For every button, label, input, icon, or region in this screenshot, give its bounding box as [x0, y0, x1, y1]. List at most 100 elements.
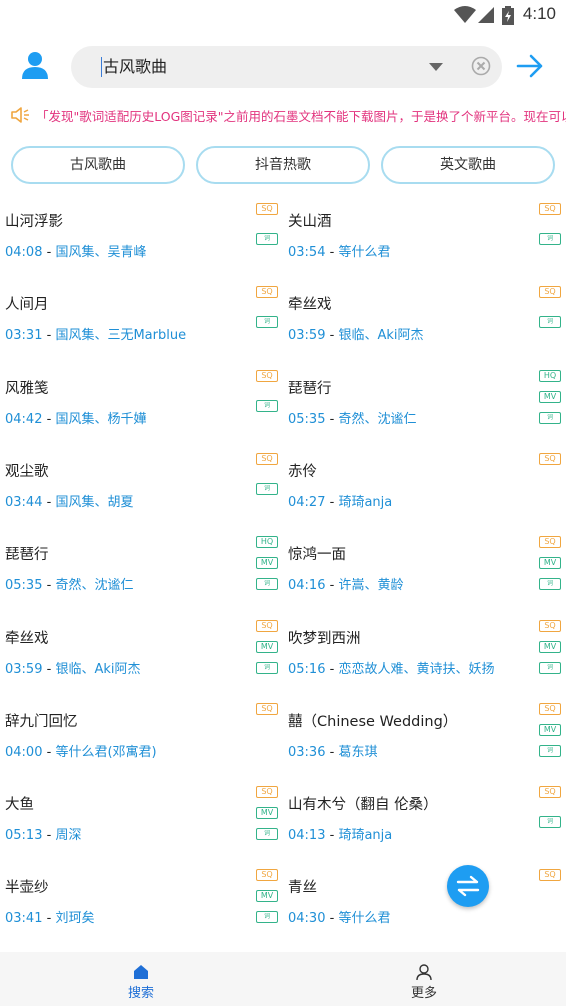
song-separator: -: [42, 911, 56, 926]
song-subtitle: 05:35 - 奇然、沈谧仁: [5, 574, 133, 593]
song-artist: 银临、Aki阿杰: [55, 662, 141, 677]
song-badges: SQ: [256, 703, 278, 724]
search-bar: 古风歌曲: [0, 40, 566, 96]
song-subtitle: 04:30 - 等什么君: [288, 907, 390, 926]
song-item[interactable]: 吹梦到西洲 05:16 - 恋恋故人难、黄诗扶、妖扬 SQ MV 词: [283, 614, 566, 697]
song-item[interactable]: 风雅笺 04:42 - 国风集、杨千嬅 SQ 词: [0, 364, 283, 447]
song-badges: SQ: [539, 869, 561, 890]
song-duration: 04:27: [288, 495, 326, 510]
song-item[interactable]: 青丝 04:30 - 等什么君 SQ: [283, 863, 566, 946]
mv-badge: MV: [256, 557, 278, 569]
search-submit-arrow-icon[interactable]: [516, 53, 544, 79]
song-title: 山河浮影: [5, 214, 63, 230]
clear-icon[interactable]: [471, 56, 491, 76]
song-subtitle: 04:27 - 琦琦anja: [288, 491, 392, 510]
song-artist: 奇然、沈谧仁: [55, 578, 134, 593]
swap-arrows-icon: [456, 875, 480, 897]
song-item[interactable]: 牵丝戏 03:59 - 银临、Aki阿杰 SQ 词: [283, 280, 566, 363]
song-separator: -: [42, 828, 56, 843]
sq-badge: SQ: [256, 869, 278, 881]
song-subtitle: 03:41 - 刘珂矣: [5, 907, 94, 926]
song-item[interactable]: 赤伶 04:27 - 琦琦anja SQ: [283, 447, 566, 530]
bottom-nav: 搜索 更多: [0, 952, 566, 1006]
lyrics-badge: 词: [539, 578, 561, 590]
song-item[interactable]: 辞九门回忆 04:00 - 等什么君(邓寓君) SQ: [0, 697, 283, 780]
nav-search[interactable]: 搜索: [101, 964, 181, 1001]
song-subtitle: 03:44 - 国风集、胡夏: [5, 491, 133, 510]
user-avatar-icon[interactable]: [20, 50, 50, 80]
song-item[interactable]: 观尘歌 03:44 - 国风集、胡夏 SQ 词: [0, 447, 283, 530]
chip-english[interactable]: 英文歌曲: [381, 146, 555, 184]
song-title: 人间月: [5, 297, 49, 313]
nav-more-label: 更多: [410, 986, 437, 1001]
song-separator: -: [325, 245, 339, 260]
song-item[interactable]: 山有木兮（翻自 伦桑） 04:13 - 琦琦anja SQ 词: [283, 780, 566, 863]
song-item[interactable]: 惊鸿一面 04:16 - 许嵩、黄龄 SQ MV 词: [283, 530, 566, 613]
song-duration: 03:54: [288, 245, 326, 260]
sq-badge: SQ: [539, 536, 561, 548]
home-icon: [134, 965, 148, 979]
song-badges: HQ MV 词: [256, 536, 278, 599]
song-subtitle: 03:54 - 等什么君: [288, 241, 390, 260]
song-title: 赤伶: [288, 464, 317, 480]
song-duration: 05:13: [5, 828, 43, 843]
song-separator: -: [325, 662, 339, 677]
song-duration: 05:16: [288, 662, 326, 677]
song-artist: 葛东琪: [338, 745, 378, 760]
lyrics-badge: 词: [539, 316, 561, 328]
sq-badge: SQ: [539, 286, 561, 298]
chip-gufeng[interactable]: 古风歌曲: [11, 146, 185, 184]
song-item[interactable]: 半壶纱 03:41 - 刘珂矣 SQ MV 词: [0, 863, 283, 946]
sq-badge: SQ: [539, 620, 561, 632]
search-query[interactable]: 古风歌曲: [101, 57, 167, 77]
dropdown-arrow-icon[interactable]: [429, 63, 443, 71]
song-badges: SQ MV 词: [256, 786, 278, 849]
speaker-icon: [11, 107, 29, 123]
mv-badge: MV: [256, 641, 278, 653]
song-separator: -: [325, 412, 339, 427]
song-item[interactable]: 牵丝戏 03:59 - 银临、Aki阿杰 SQ MV 词: [0, 614, 283, 697]
song-separator: -: [42, 495, 56, 510]
search-input[interactable]: 古风歌曲: [71, 46, 502, 88]
song-item[interactable]: 琵琶行 05:35 - 奇然、沈谧仁 HQ MV 词: [0, 530, 283, 613]
song-item[interactable]: 山河浮影 04:08 - 国风集、吴青峰 SQ 词: [0, 197, 283, 280]
song-item[interactable]: 关山酒 03:54 - 等什么君 SQ 词: [283, 197, 566, 280]
song-subtitle: 03:31 - 国风集、三无Marblue: [5, 324, 186, 343]
song-badges: HQ MV 词: [539, 370, 561, 433]
switch-fab-button[interactable]: [447, 865, 489, 907]
nav-more[interactable]: 更多: [384, 964, 464, 1001]
song-duration: 04:42: [5, 412, 43, 427]
song-subtitle: 05:35 - 奇然、沈谧仁: [288, 408, 416, 427]
chip-douyin[interactable]: 抖音热歌: [196, 146, 370, 184]
song-item[interactable]: 大鱼 05:13 - 周深 SQ MV 词: [0, 780, 283, 863]
song-badges: SQ: [539, 453, 561, 474]
song-duration: 04:13: [288, 828, 326, 843]
song-subtitle: 04:42 - 国风集、杨千嬅: [5, 408, 146, 427]
song-title: 囍（Chinese Wedding）: [288, 714, 458, 730]
song-subtitle: 03:59 - 银临、Aki阿杰: [5, 658, 140, 677]
sq-badge: SQ: [256, 203, 278, 215]
song-separator: -: [325, 578, 339, 593]
song-artist: 国风集、三无Marblue: [55, 328, 187, 343]
sq-badge: SQ: [539, 869, 561, 881]
person-icon: [416, 964, 432, 980]
song-duration: 04:08: [5, 245, 43, 260]
song-artist: 琦琦anja: [338, 828, 393, 843]
song-duration: 03:44: [5, 495, 43, 510]
song-badges: SQ MV 词: [539, 620, 561, 683]
song-item[interactable]: 人间月 03:31 - 国风集、三无Marblue SQ 词: [0, 280, 283, 363]
song-duration: 04:00: [5, 745, 43, 760]
song-separator: -: [42, 245, 56, 260]
lyrics-badge: 词: [539, 233, 561, 245]
wifi-icon: [454, 6, 476, 23]
sq-badge: SQ: [539, 703, 561, 715]
song-badges: SQ 词: [539, 286, 561, 337]
song-badges: SQ 词: [539, 786, 561, 837]
song-badges: SQ 词: [539, 203, 561, 254]
song-item[interactable]: 囍（Chinese Wedding） 03:36 - 葛东琪 SQ MV 词: [283, 697, 566, 780]
song-artist: 等什么君: [338, 911, 391, 926]
sq-badge: SQ: [256, 786, 278, 798]
sq-badge: SQ: [539, 453, 561, 465]
song-item[interactable]: 琵琶行 05:35 - 奇然、沈谧仁 HQ MV 词: [283, 364, 566, 447]
song-artist: 恋恋故人难、黄诗扶、妖扬: [338, 662, 495, 677]
